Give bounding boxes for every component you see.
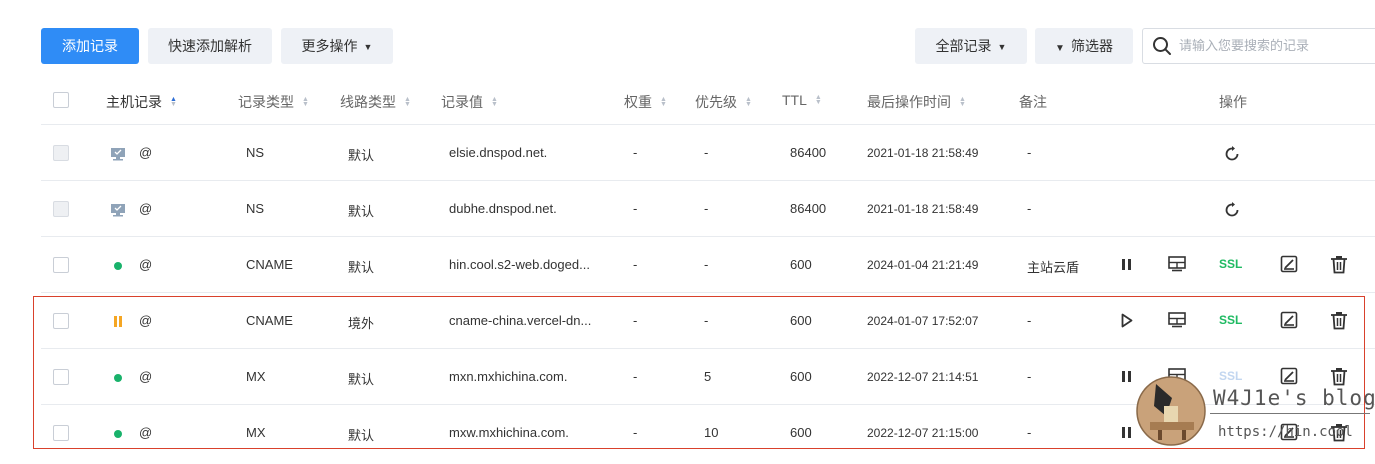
cell-ttl: 86400 [790,201,827,216]
cell-time: 2021-01-18 21:58:49 [867,202,979,216]
search-input[interactable]: 请输入您要搜索的记录 [1142,28,1375,64]
avatar [1136,376,1206,446]
header-priority[interactable]: 优先级 ▲ ▼ [695,92,752,112]
more-actions-label: 更多操作 [301,38,358,54]
header-ttl-label: TTL [782,92,807,108]
cell-remark: - [1027,201,1032,216]
filter-icon: ▼ [1055,43,1065,54]
cell-line: 默认 [348,204,375,219]
cell-host: @ [139,201,153,216]
header-time-label: 最后操作时间 [867,94,951,110]
header-type-label: 记录类型 [238,94,294,110]
header-weight[interactable]: 权重 ▲ ▼ [624,92,667,112]
cell-value: hin.cool.s2-web.doged... [449,257,590,272]
header-line[interactable]: 线路类型 ▲ ▼ [340,92,411,112]
search-icon [1153,37,1171,55]
watermark-divider [1210,413,1370,414]
header-line-label: 线路类型 [340,94,396,110]
row-checkbox[interactable] [53,257,69,273]
header-divider [41,124,1375,125]
watermark-text: W4J1e's blog [1213,386,1375,410]
caret-down-icon: ▼ [363,42,373,52]
all-records-dropdown[interactable]: 全部记录 ▼ [915,28,1027,64]
sort-icon: ▲ ▼ [170,96,177,108]
sort-icon: ▲ ▼ [660,96,667,108]
header-type[interactable]: 记录类型 ▲ ▼ [238,92,309,112]
cell-ttl: 86400 [790,145,827,160]
header-actions: 操作 [1219,94,1247,110]
cell-value: dubhe.dnspod.net. [449,201,557,216]
pause-icon[interactable] [1122,259,1131,270]
header-ttl[interactable]: TTL ▲ ▼ [782,92,822,108]
sort-icon: ▲ ▼ [959,96,966,108]
monitor-icon [111,204,125,217]
cell-remark: 主站云盾 [1027,260,1080,275]
cell-line: 默认 [348,260,375,275]
caret-down-icon: ▼ [997,42,1007,52]
cell-weight: - [633,145,638,160]
header-value[interactable]: 记录值 ▲ ▼ [441,92,498,112]
sort-icon: ▲ ▼ [814,94,822,106]
monitor-icon [111,148,125,161]
sort-icon: ▲ ▼ [491,96,498,108]
header-host-label: 主机记录 [106,94,162,110]
filter-label: 筛选器 [1070,38,1113,54]
load-balance-icon[interactable] [1168,256,1186,272]
row-divider [41,292,1375,293]
cell-type: NS [246,145,265,160]
cell-weight: - [633,257,638,272]
add-record-button[interactable]: 添加记录 [41,28,139,64]
cell-priority: - [704,201,709,216]
row-checkbox [53,145,69,161]
sort-icon: ▲ ▼ [745,96,752,108]
header-value-label: 记录值 [441,94,483,110]
row-divider [41,180,1375,181]
row-checkbox [53,201,69,217]
row-divider [41,236,1375,237]
quick-add-button[interactable]: 快速添加解析 [148,28,272,64]
search-placeholder: 请输入您要搜索的记录 [1179,38,1310,53]
refresh-icon[interactable] [1223,201,1241,219]
header-priority-label: 优先级 [695,94,737,110]
watermark-url: https://hin.cool [1218,424,1353,440]
refresh-icon[interactable] [1223,145,1241,163]
delete-icon[interactable] [1330,255,1348,274]
cell-remark: - [1027,145,1032,160]
cell-ttl: 600 [790,257,812,272]
header-time[interactable]: 最后操作时间 ▲ ▼ [867,92,966,112]
cell-time: 2021-01-18 21:58:49 [867,146,979,160]
all-records-label: 全部记录 [935,38,992,54]
cell-line: 默认 [348,148,375,163]
cell-priority: - [704,257,709,272]
cell-priority: - [704,145,709,160]
ssl-icon[interactable]: SSL [1219,257,1242,271]
more-actions-button[interactable]: 更多操作 ▼ [281,28,393,64]
select-all-checkbox[interactable] [53,92,69,108]
cell-time: 2024-01-04 21:21:49 [867,258,979,272]
edit-icon[interactable] [1280,255,1298,273]
filter-button[interactable]: ▼ 筛选器 [1035,28,1133,64]
header-weight-label: 权重 [624,94,652,110]
cell-weight: - [633,201,638,216]
header-remark: 备注 [1019,94,1047,110]
cell-type: CNAME [246,257,293,272]
cell-host: @ [139,145,153,160]
cell-host: @ [139,257,153,272]
cell-value: elsie.dnspod.net. [449,145,548,160]
header-host[interactable]: 主机记录 ▲ ▼ [106,92,177,112]
sort-icon: ▲ ▼ [302,96,309,108]
cell-type: NS [246,201,265,216]
sort-icon: ▲ ▼ [404,96,411,108]
status-enabled-icon [114,262,122,270]
